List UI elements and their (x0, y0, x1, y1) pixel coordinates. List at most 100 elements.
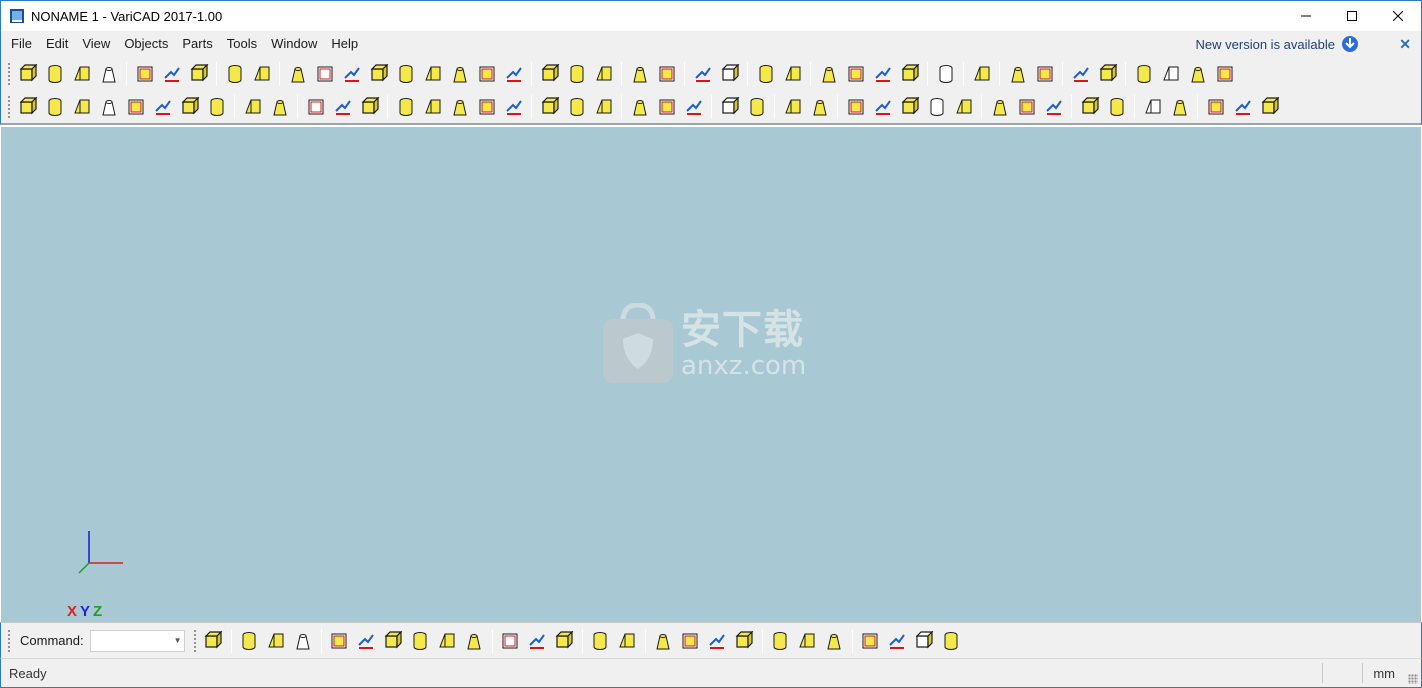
undo-button[interactable] (222, 61, 248, 87)
add-solid-button[interactable] (780, 61, 806, 87)
nut-button[interactable] (420, 94, 446, 120)
menu-edit[interactable]: Edit (39, 33, 75, 55)
material-button[interactable] (434, 628, 460, 654)
insert-solid-button[interactable] (690, 61, 716, 87)
angle-button[interactable] (924, 94, 950, 120)
cut-button[interactable] (330, 94, 356, 120)
mirror-button[interactable] (654, 61, 680, 87)
remove-link-button[interactable] (677, 628, 703, 654)
switch-3d-button[interactable] (1257, 94, 1283, 120)
copy-button[interactable] (159, 61, 185, 87)
zoom-previous-button[interactable] (1005, 61, 1031, 87)
menu-help[interactable]: Help (324, 33, 365, 55)
sync-button[interactable] (587, 628, 613, 654)
cone-solid-button[interactable] (339, 61, 365, 87)
pipe-elbow-button[interactable] (447, 61, 473, 87)
move-solid-button[interactable] (627, 61, 653, 87)
chevron-down-icon[interactable]: ▼ (174, 636, 182, 645)
send-command-button[interactable] (200, 628, 226, 654)
transform-button[interactable] (96, 94, 122, 120)
menu-window[interactable]: Window (264, 33, 324, 55)
add-label-button[interactable] (123, 94, 149, 120)
print-button[interactable] (132, 61, 158, 87)
toolbar-grip[interactable] (7, 62, 11, 86)
boolean-sub-button[interactable] (564, 94, 590, 120)
eraser-button[interactable] (933, 61, 959, 87)
rotate-link-button[interactable] (704, 628, 730, 654)
tube-solid-button[interactable] (393, 61, 419, 87)
box-solid-button[interactable] (285, 61, 311, 87)
group-up-button[interactable] (767, 628, 793, 654)
command-input[interactable] (93, 631, 174, 650)
layer-button[interactable] (69, 94, 95, 120)
update-notice-text[interactable]: New version is available (1196, 37, 1335, 52)
check-s2-button[interactable] (870, 61, 896, 87)
replace-button[interactable] (407, 628, 433, 654)
hierarchy-button[interactable] (353, 628, 379, 654)
toolbar-grip[interactable] (7, 95, 11, 119)
maximize-button[interactable] (1329, 1, 1375, 31)
half-sphere-button[interactable] (501, 61, 527, 87)
coordinate-button[interactable] (987, 94, 1013, 120)
check-s-button[interactable] (843, 61, 869, 87)
pan-left-button[interactable] (1185, 61, 1211, 87)
save-button[interactable] (69, 61, 95, 87)
redo-button[interactable] (249, 61, 275, 87)
toolbar-grip[interactable] (7, 628, 11, 653)
check-v-button[interactable] (816, 61, 842, 87)
save-all-button[interactable] (96, 61, 122, 87)
new-file-button[interactable] (15, 61, 41, 87)
paste-button[interactable] (186, 61, 212, 87)
group-delete-button[interactable] (794, 628, 820, 654)
link-button[interactable] (380, 628, 406, 654)
mate-button[interactable] (807, 94, 833, 120)
select-object-button[interactable] (15, 94, 41, 120)
menu-file[interactable]: File (4, 33, 39, 55)
insert-from-file-button[interactable] (717, 61, 743, 87)
reload-button[interactable] (551, 628, 577, 654)
rotate-solid-button[interactable] (753, 61, 779, 87)
view-2d-button[interactable] (537, 61, 563, 87)
boolean-add-button[interactable] (537, 94, 563, 120)
explode-button[interactable] (1041, 94, 1067, 120)
menu-tools[interactable]: Tools (220, 33, 264, 55)
zoom-out-button[interactable] (1158, 61, 1184, 87)
menu-parts[interactable]: Parts (175, 33, 219, 55)
move-down-button[interactable] (650, 628, 676, 654)
edit-button[interactable] (357, 94, 383, 120)
cylinder-check-button[interactable] (951, 94, 977, 120)
check-x2-button[interactable] (884, 628, 910, 654)
zoom-window-button[interactable] (1131, 61, 1157, 87)
fillet-button[interactable] (501, 94, 527, 120)
solid-group-button[interactable] (717, 94, 743, 120)
switch-2d-button[interactable] (1203, 94, 1229, 120)
washer-button[interactable] (447, 94, 473, 120)
resize-grip-icon[interactable] (1408, 674, 1418, 684)
tools-button[interactable] (204, 94, 230, 120)
bend-button[interactable] (474, 61, 500, 87)
cylinder-solid-button[interactable] (312, 61, 338, 87)
properties-button[interactable] (1167, 94, 1193, 120)
disp-down-button[interactable] (1095, 61, 1121, 87)
bom-add-button[interactable] (497, 628, 523, 654)
check-j-button[interactable] (897, 61, 923, 87)
move-up-button[interactable] (614, 628, 640, 654)
color-button[interactable] (303, 94, 329, 120)
parts-tree-button[interactable] (326, 628, 352, 654)
pan-right-button[interactable] (1212, 61, 1238, 87)
bounding-box-button[interactable] (1014, 94, 1040, 120)
download-icon[interactable] (1341, 35, 1359, 53)
bom-button[interactable] (461, 628, 487, 654)
array-button[interactable] (627, 94, 653, 120)
array2-button[interactable] (654, 94, 680, 120)
box-wire-button[interactable] (240, 94, 266, 120)
open-file-button[interactable] (42, 61, 68, 87)
pipe-3d-button[interactable] (263, 628, 289, 654)
menu-view[interactable]: View (75, 33, 117, 55)
group-button[interactable] (731, 628, 757, 654)
sphere-solid-button[interactable] (366, 61, 392, 87)
delete-all-button[interactable] (938, 628, 964, 654)
3d-viewport[interactable]: 安下载 anxz.com XYZ (1, 127, 1421, 622)
zoom-extents-button[interactable] (1032, 61, 1058, 87)
query-solid-button[interactable] (744, 94, 770, 120)
